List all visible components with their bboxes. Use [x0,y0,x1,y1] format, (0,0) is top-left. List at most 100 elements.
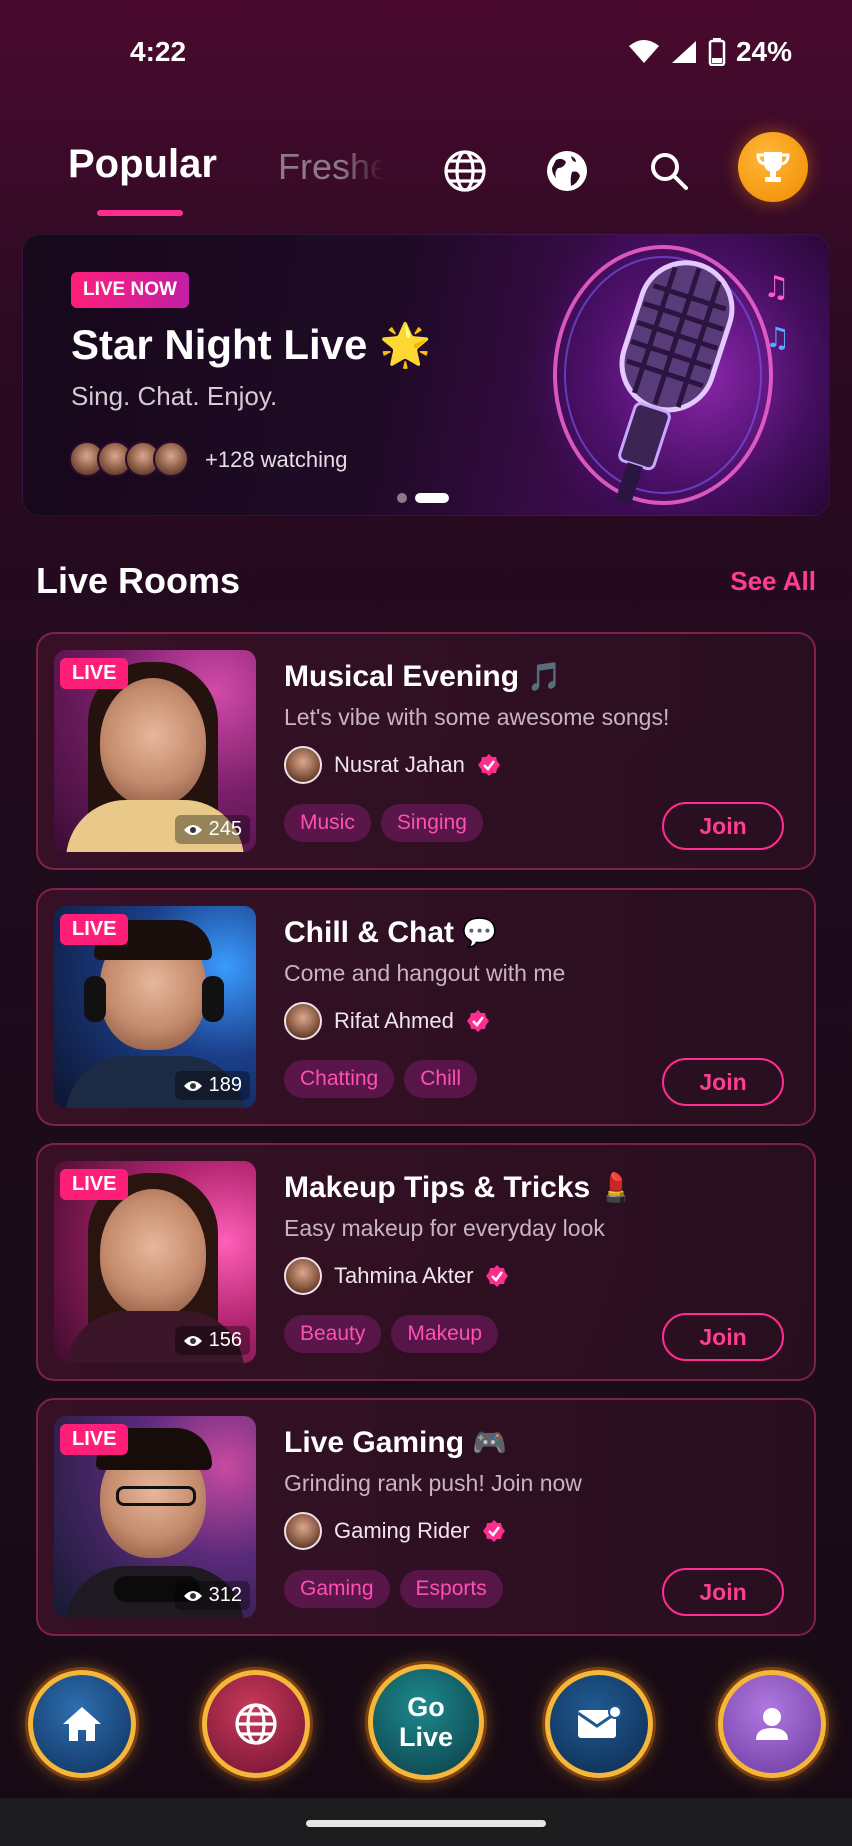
room-tags: Music Singing [284,804,483,842]
tab-freshers[interactable]: Freshers [278,146,384,188]
viewer-count-value: 312 [208,1584,242,1606]
join-button[interactable]: Join [662,1058,784,1106]
signal-icon [671,41,696,63]
room-card[interactable]: LIVE 189 Chill & Chat 💬 Come and hangout… [36,888,816,1126]
room-tags: Chatting Chill [284,1060,478,1098]
host-row[interactable]: Nusrat Jahan [284,746,501,784]
go-live-button[interactable]: Go Live [368,1664,484,1780]
go-live-line1: Go [407,1692,445,1722]
carousel-dot-active[interactable] [415,493,449,503]
room-card[interactable]: LIVE 156 Makeup Tips & Tricks 💄 Easy mak… [36,1143,816,1381]
host-avatar [284,1002,322,1040]
host-row[interactable]: Tahmina Akter [284,1257,509,1295]
active-tab-indicator [97,210,183,216]
see-all-link[interactable]: See All [730,566,816,597]
room-card[interactable]: LIVE 245 Musical Evening 🎵 Let's vibe wi… [36,632,816,870]
microphone-illustration: ♫ ♫ ♫ ♪ [553,245,790,506]
mail-icon [577,1705,622,1738]
room-thumbnail: LIVE 189 [54,906,256,1108]
host-avatar [284,1257,322,1295]
top-nav: Popular Freshers [0,120,852,230]
viewer-count-value: 189 [208,1074,242,1096]
carousel-dot[interactable] [397,493,407,503]
verified-badge-icon [486,1265,509,1287]
tag[interactable]: Chatting [284,1060,395,1098]
host-avatar [284,746,322,784]
tag[interactable]: Esports [399,1570,503,1608]
host-name: Nusrat Jahan [334,752,465,777]
tag[interactable]: Gaming [284,1570,390,1608]
status-bar: 4:22 24% [0,0,852,104]
room-title: Makeup Tips & Tricks 💄 [284,1171,633,1205]
trophy-icon [756,152,790,182]
host-name: Gaming Rider [334,1518,470,1543]
featured-banner[interactable]: ♫ ♫ ♫ ♪ LIVE NOW Star Night Live 🌟 Sing.… [22,234,830,516]
avatar [153,441,189,477]
tag[interactable]: Music [284,804,371,842]
live-badge: LIVE [60,914,129,945]
eye-icon [183,1335,202,1346]
battery-icon [708,38,726,66]
nav-home-button[interactable] [28,1670,136,1778]
nav-globe-button[interactable] [202,1670,310,1778]
headphone-left [84,976,106,1022]
headphone-right [202,976,224,1022]
room-description: Let's vibe with some awesome songs! [284,704,670,730]
gesture-handle[interactable] [306,1820,546,1827]
host-name: Rifat Ahmed [334,1008,454,1033]
viewer-count: 312 [174,1581,250,1610]
host-avatar [284,1512,322,1550]
watching-count: +128 watching [205,447,348,472]
tab-popular[interactable]: Popular [68,142,217,187]
globe-icon[interactable] [438,144,492,198]
room-tags: Beauty Makeup [284,1315,499,1353]
banner-subtitle: Sing. Chat. Enjoy. [71,381,278,411]
viewer-count-value: 245 [208,818,242,840]
lipstick-emoji: 💄 [598,1172,634,1203]
room-card[interactable]: LIVE 312 Live Gaming 🎮 Grinding rank pus… [36,1398,816,1636]
host-row[interactable]: Rifat Ahmed [284,1002,490,1040]
tag[interactable]: Singing [380,804,483,842]
go-live-line2: Live [398,1722,454,1752]
host-name: Tahmina Akter [334,1263,474,1288]
tag[interactable]: Beauty [284,1315,382,1353]
live-now-badge: LIVE NOW [71,272,189,308]
game-controller-emoji: 🎮 [472,1427,508,1458]
carousel-dots [397,493,449,503]
live-badge: LIVE [60,658,129,689]
glasses [116,1486,196,1506]
room-tags: Gaming Esports [284,1570,503,1608]
world-icon[interactable] [540,144,594,198]
viewer-count: 189 [174,1071,250,1100]
section-title: Live Rooms [36,560,241,601]
eye-icon [183,824,202,835]
speech-bubble-emoji: 💬 [462,917,498,948]
nav-mail-button[interactable] [545,1670,653,1778]
music-note-emoji: 🎵 [527,661,563,692]
system-gesture-area [0,1798,852,1846]
join-button[interactable]: Join [662,1313,784,1361]
room-title-text: Chill & Chat [284,916,454,949]
live-rooms-header: Live Rooms See All [36,560,816,602]
join-button[interactable]: Join [662,1568,784,1616]
room-thumbnail: LIVE 156 [54,1161,256,1363]
viewer-count: 156 [174,1326,250,1355]
room-description: Come and hangout with me [284,960,566,986]
join-button[interactable]: Join [662,802,784,850]
home-icon [63,1707,101,1741]
room-thumbnail: LIVE 245 [54,650,256,852]
eye-icon [183,1590,202,1601]
search-icon[interactable] [642,144,696,198]
bottom-nav: Go Live [0,1650,852,1795]
status-icons: 24% [628,36,792,68]
star-emoji: 🌟 [379,321,432,368]
tag[interactable]: Makeup [391,1315,499,1353]
trophy-button[interactable] [738,132,808,202]
nav-profile-button[interactable] [718,1670,826,1778]
host-row[interactable]: Gaming Rider [284,1512,506,1550]
verified-badge-icon [482,1520,505,1542]
room-title-text: Musical Evening [284,660,520,693]
tag[interactable]: Chill [404,1060,478,1098]
battery-level: 24% [735,36,792,67]
banner-title: Star Night Live 🌟 [71,321,431,370]
